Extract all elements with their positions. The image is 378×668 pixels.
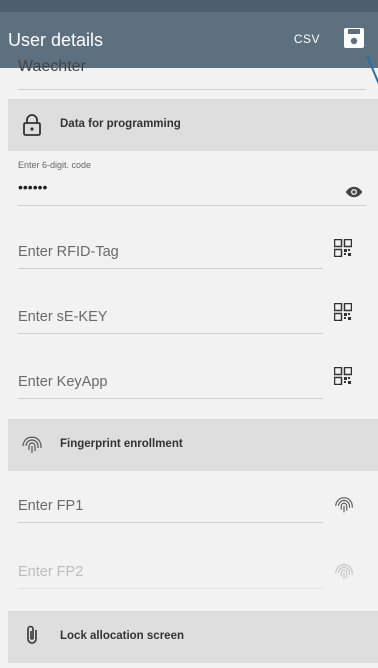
- code-field-label: Enter 6-digit. code: [18, 160, 92, 170]
- fingerprint-icon[interactable]: [333, 561, 355, 583]
- eye-icon[interactable]: [345, 183, 363, 201]
- fp1-placeholder: Enter FP1: [18, 498, 84, 514]
- status-bar: [0, 0, 378, 12]
- previous-field-value: Waechter: [18, 58, 86, 75]
- csv-export-button[interactable]: CSV: [294, 32, 320, 46]
- qr-code-icon[interactable]: [334, 367, 352, 385]
- lock-icon: [23, 114, 41, 136]
- se-key-placeholder: Enter sE-KEY: [18, 309, 108, 325]
- section-label: Data for programming: [60, 118, 181, 130]
- se-key-input[interactable]: Enter sE-KEY: [18, 309, 323, 334]
- save-icon[interactable]: [342, 26, 366, 50]
- rfid-tag-placeholder: Enter RFID-Tag: [18, 244, 119, 260]
- page-title: User details: [8, 29, 104, 50]
- qr-code-icon[interactable]: [334, 239, 352, 257]
- keyapp-input[interactable]: Enter KeyApp: [18, 374, 323, 399]
- section-label: Lock allocation screen: [60, 630, 184, 642]
- section-label: Fingerprint enrollment: [60, 438, 183, 450]
- fp1-input[interactable]: Enter FP1: [18, 498, 323, 523]
- section-data-for-programming: Data for programming: [8, 99, 378, 151]
- fingerprint-icon[interactable]: [333, 494, 355, 516]
- keyapp-placeholder: Enter KeyApp: [18, 374, 108, 390]
- rfid-tag-input[interactable]: Enter RFID-Tag: [18, 244, 323, 269]
- fp2-input[interactable]: Enter FP2: [18, 564, 323, 589]
- section-fingerprint-enrollment: Fingerprint enrollment: [8, 419, 378, 471]
- code-field-value: ••••••: [18, 179, 48, 195]
- code-field[interactable]: ••••••: [18, 179, 366, 206]
- fp2-placeholder: Enter FP2: [18, 564, 84, 580]
- previous-field[interactable]: Waechter: [8, 58, 378, 90]
- user-details-form: Waechter Data for programming Enter 6-di…: [8, 58, 378, 663]
- fingerprint-icon: [22, 436, 42, 453]
- section-lock-allocation-screen[interactable]: Lock allocation screen: [8, 611, 378, 663]
- qr-code-icon[interactable]: [334, 303, 352, 321]
- paperclip-icon: [27, 625, 37, 644]
